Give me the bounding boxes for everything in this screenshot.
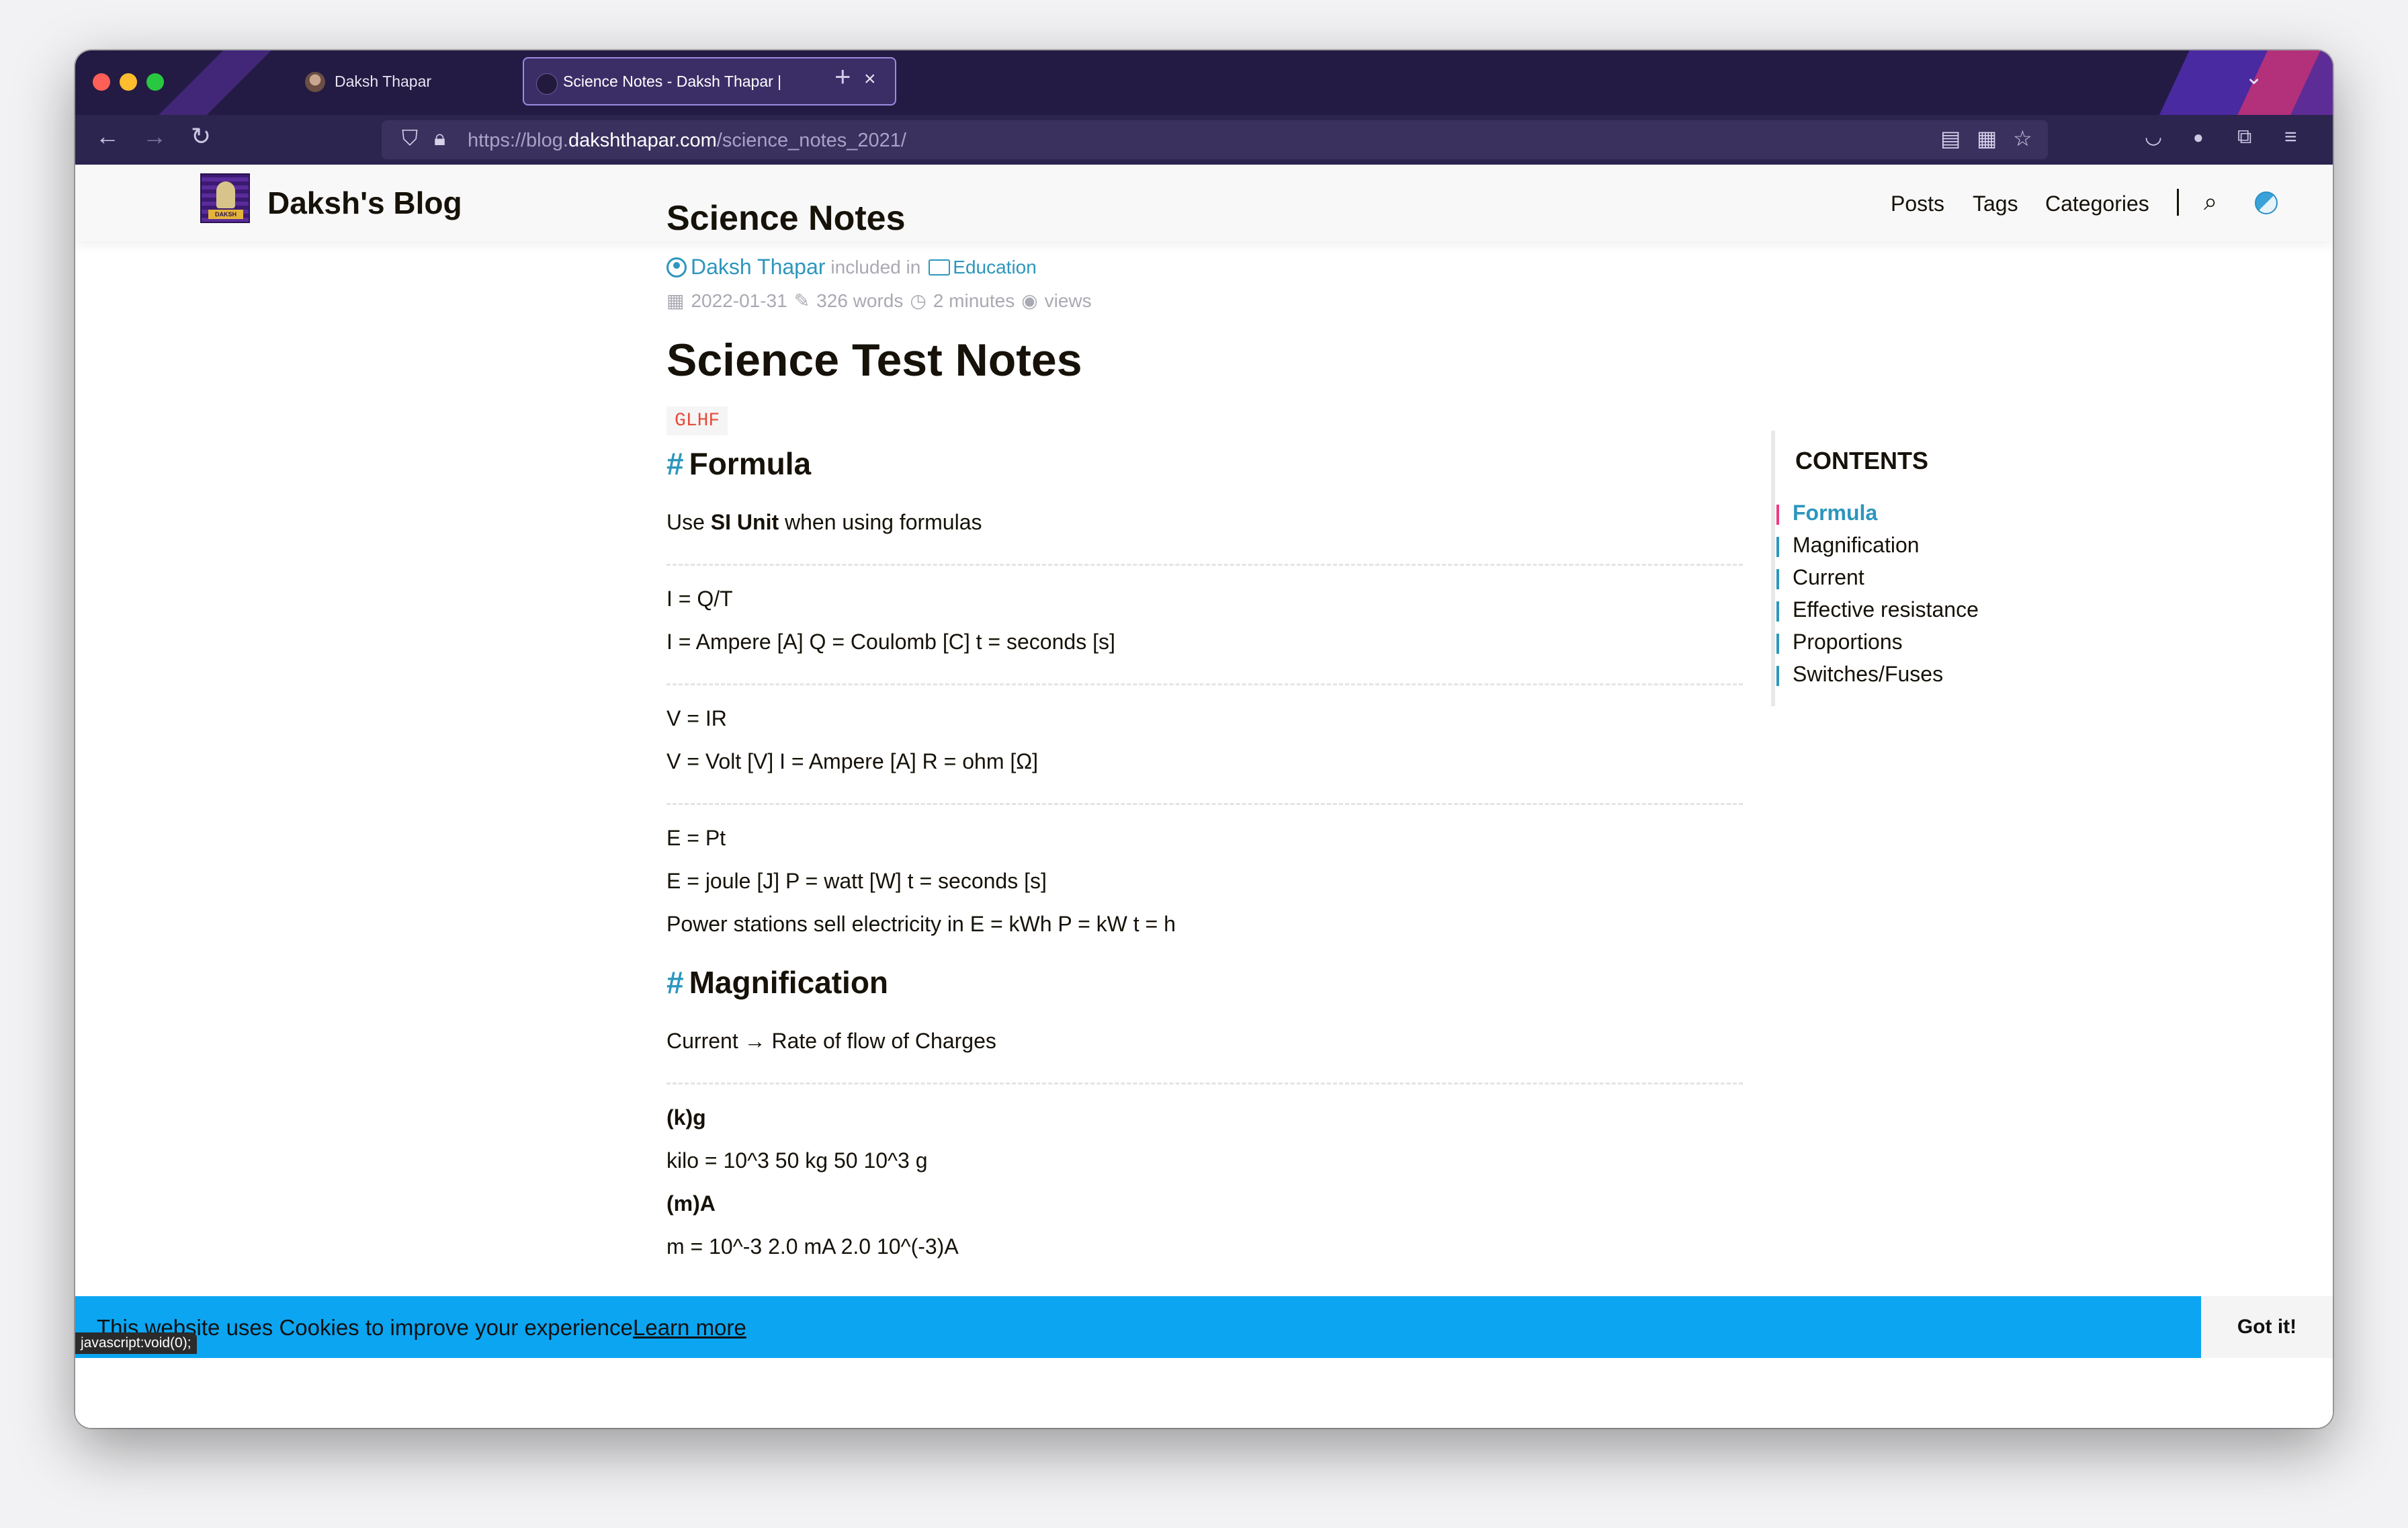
paragraph: I = Q/T — [666, 587, 733, 611]
folder-icon — [929, 259, 951, 275]
status-bar-link-preview: javascript:void(0); — [75, 1332, 197, 1354]
avatar-favicon-icon — [305, 72, 325, 92]
category-link[interactable]: Education — [953, 257, 1037, 278]
menu-categories[interactable]: Categories — [2045, 192, 2149, 216]
paragraph: kilo = 10^3 50 kg 50 10^3 g — [666, 1148, 928, 1173]
page: DAKSH Daksh's Blog Posts Tags Categories… — [75, 165, 2333, 1428]
post-title: Science Notes — [666, 199, 906, 238]
user-icon — [666, 257, 687, 278]
account-icon[interactable]: ● — [2193, 128, 2204, 146]
paragraph: Power stations sell electricity in E = k… — [666, 912, 1176, 936]
inline-code-tag: GLHF — [666, 407, 728, 435]
site-favicon-icon — [536, 73, 558, 95]
lock-icon[interactable]: 🔒︎ — [434, 126, 445, 151]
qr-code-icon[interactable]: ▦ — [1977, 126, 1997, 151]
menu-posts[interactable]: Posts — [1891, 192, 1944, 216]
search-icon[interactable]: ⌕ — [2204, 187, 2217, 216]
author-link[interactable]: Daksh Thapar — [691, 255, 825, 280]
pencil-icon: ✎ — [793, 290, 810, 311]
navigation-toolbar: ← → ↻ ⛉ 🔒︎ https://blog.dakshthapar.com/… — [75, 115, 2333, 165]
bookmark-star-icon[interactable]: ☆ — [2013, 126, 2032, 151]
paragraph: E = Pt — [666, 826, 726, 850]
tab-bar: Daksh Thapar × Science Notes - Daksh Tha… — [75, 50, 2333, 115]
calendar-icon: ▦ — [666, 290, 685, 311]
section-heading-magnification: # Magnification — [666, 965, 889, 1000]
minimize-window-button[interactable] — [120, 73, 137, 91]
tab-title: Science Notes - Daksh Thapar | — [563, 72, 782, 90]
toc-item-effective-resistance[interactable]: Effective resistance — [1776, 597, 1979, 622]
new-tab-button[interactable]: + — [834, 62, 851, 91]
back-arrow-icon[interactable]: ← — [95, 124, 120, 148]
paragraph: Use SI Unit when using formulas — [666, 510, 982, 534]
paragraph: m = 10^-3 2.0 mA 2.0 10^(-3)A — [666, 1234, 959, 1259]
shield-icon[interactable]: ⛉ — [402, 126, 418, 151]
paragraph: V = Volt [V] I = Ampere [A] R = ohm [Ω] — [666, 749, 1039, 773]
paragraph: E = joule [J] P = watt [W] t = seconds [… — [666, 869, 1047, 893]
section-heading-formula: # Formula — [666, 446, 812, 481]
browser-window: Daksh Thapar × Science Notes - Daksh Tha… — [75, 50, 2333, 1428]
pocket-icon[interactable]: ◡ — [2145, 127, 2162, 147]
toc-item-current[interactable]: Current — [1776, 565, 1864, 590]
menu-tags[interactable]: Tags — [1973, 192, 2018, 216]
reload-icon[interactable]: ↻ — [191, 124, 211, 148]
included-in-label: included in — [830, 256, 921, 278]
article-heading: Science Test Notes — [666, 335, 1082, 386]
post-stats: ▦ 2022-01-31 ✎ 326 words ◷ 2 minutes ◉ v… — [666, 290, 1099, 312]
toc-item-proportions[interactable]: Proportions — [1776, 630, 1903, 654]
learn-more-link[interactable]: Learn more — [633, 1315, 746, 1341]
address-bar[interactable]: ⛉ 🔒︎ https://blog.dakshthapar.com/scienc… — [382, 120, 2048, 159]
eye-icon: ◉ — [1021, 290, 1038, 311]
anchor-hash-icon[interactable]: # — [666, 446, 684, 481]
paragraph: Current → Rate of flow of Charges — [666, 1029, 996, 1053]
word-count: 326 words — [816, 290, 904, 311]
divider — [666, 564, 1743, 566]
menu-divider — [2177, 189, 2179, 216]
divider — [666, 1083, 1743, 1085]
toc-item-magnification[interactable]: Magnification — [1776, 533, 1920, 558]
theme-toggle-icon[interactable] — [2255, 192, 2278, 214]
zoom-window-button[interactable] — [146, 73, 164, 91]
forward-arrow-icon[interactable]: → — [142, 124, 167, 148]
paragraph: I = Ampere [A] Q = Coulomb [C] t = secon… — [666, 630, 1115, 654]
tab-title: Daksh Thapar — [335, 72, 432, 90]
site-title[interactable]: Daksh's Blog — [267, 185, 462, 221]
paragraph: (k)g — [666, 1105, 706, 1130]
reader-view-icon[interactable]: ▤ — [1940, 126, 1961, 151]
post-date: 2022-01-31 — [691, 290, 787, 311]
toc-title: CONTENTS — [1795, 447, 1928, 474]
toc-item-formula[interactable]: Formula — [1776, 501, 1877, 525]
toc-item-switches-fuses[interactable]: Switches/Fuses — [1776, 662, 1943, 687]
paragraph: V = IR — [666, 706, 727, 730]
paragraph: (m)A — [666, 1191, 716, 1216]
list-tabs-chevron-icon[interactable]: ⌄ — [2245, 64, 2263, 89]
accept-cookies-button[interactable]: Got it! — [2201, 1296, 2333, 1358]
views-label: views — [1044, 290, 1092, 311]
clock-icon: ◷ — [910, 290, 927, 311]
divider — [666, 803, 1743, 805]
url-text[interactable]: https://blog.dakshthapar.com/science_not… — [468, 130, 906, 152]
anchor-hash-icon[interactable]: # — [666, 965, 684, 1000]
post-meta: Daksh Thapar included in Education — [666, 255, 1037, 280]
site-logo[interactable]: DAKSH — [200, 173, 250, 223]
extensions-icon[interactable]: ⧉ — [2237, 127, 2251, 147]
close-window-button[interactable] — [93, 73, 110, 91]
cookie-banner: This website uses Cookies to improve you… — [75, 1296, 2333, 1358]
site-header: DAKSH Daksh's Blog Posts Tags Categories… — [75, 165, 2333, 241]
tab-close-icon[interactable]: × — [864, 69, 876, 89]
divider — [666, 683, 1743, 685]
hamburger-menu-icon[interactable]: ≡ — [2284, 126, 2297, 147]
read-time: 2 minutes — [933, 290, 1015, 311]
